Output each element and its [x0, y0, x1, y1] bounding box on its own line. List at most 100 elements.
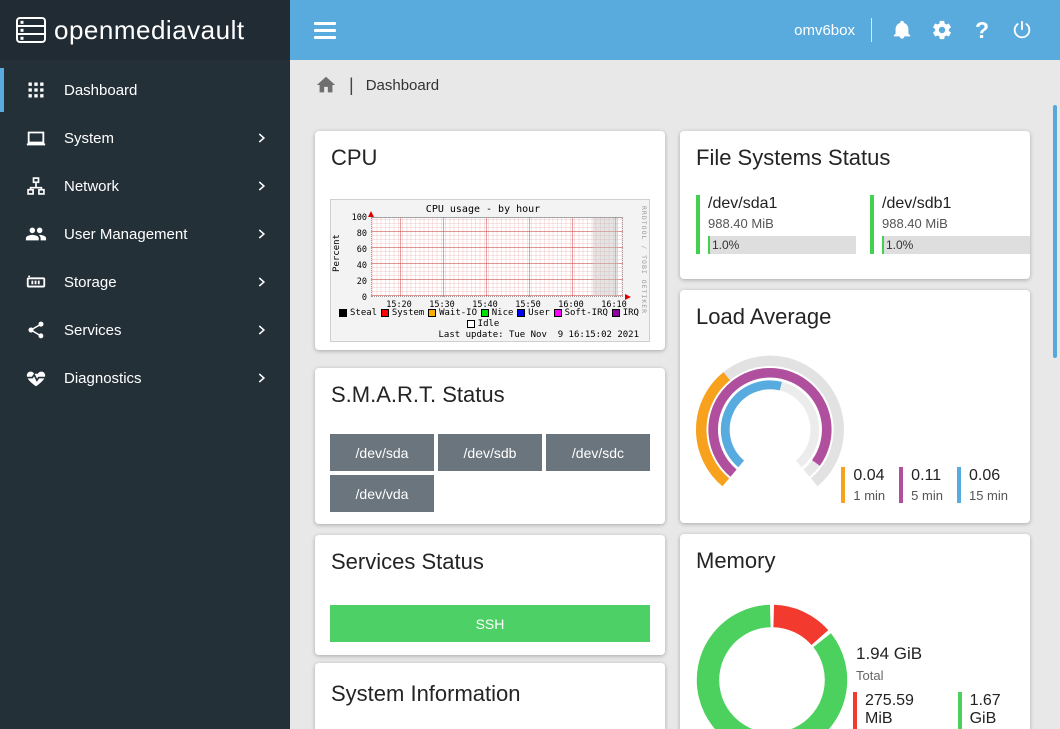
y-tick: 80 — [333, 229, 367, 239]
heart-pulse-icon — [24, 366, 48, 390]
legend-swatch — [428, 309, 436, 317]
logo-text: openmediavault — [54, 15, 245, 46]
legend-swatch — [467, 320, 475, 328]
y-tick: 20 — [333, 277, 367, 287]
card-title: Load Average — [696, 304, 831, 330]
legend-swatch — [381, 309, 389, 317]
legend-swatch — [481, 309, 489, 317]
legend-swatch — [517, 309, 525, 317]
sidebar-item-label: User Management — [64, 226, 187, 243]
topbar-divider — [871, 18, 872, 42]
chevron-right-icon — [254, 371, 268, 385]
breadcrumb-current[interactable]: Dashboard — [366, 77, 439, 94]
home-icon[interactable] — [315, 74, 337, 96]
chevron-right-icon — [254, 131, 268, 145]
cpu-card: CPU CPU usage - by hour RRDTOOL / TOBI O… — [315, 131, 665, 350]
load-entry-5min: 0.11 5 min — [899, 467, 943, 503]
power-icon — [1011, 19, 1033, 41]
load-entry-1min: 0.04 1 min — [841, 467, 885, 503]
filesystem-item: /dev/sda1 988.40 MiB 1.0% — [696, 195, 860, 254]
card-title: Memory — [696, 548, 775, 574]
chevron-right-icon — [254, 323, 268, 337]
cpu-rrd-graph: CPU usage - by hour RRDTOOL / TOBI OETIK… — [330, 199, 650, 342]
vertical-scrollbar[interactable] — [1053, 105, 1057, 358]
y-tick: 0 — [333, 293, 367, 303]
y-axis-arrow — [368, 211, 374, 217]
top-bar: omv6box ? — [290, 0, 1060, 60]
filesystem-device: /dev/sdb1 — [882, 195, 1030, 213]
filesystem-item: /dev/sdb1 988.40 MiB 1.0% — [870, 195, 1030, 254]
notifications-button[interactable] — [882, 10, 922, 50]
filesystem-device: /dev/sda1 — [708, 195, 860, 213]
usage-fill — [708, 236, 710, 254]
usage-progressbar: 1.0% — [882, 236, 1030, 254]
graph-legend-row2: Idle — [331, 319, 635, 329]
usage-percent: 1.0% — [886, 238, 913, 252]
filesystems-card: File Systems Status /dev/sda1 988.40 MiB… — [680, 131, 1030, 279]
hostname-label: omv6box — [794, 22, 855, 39]
graph-last-update: Last update: Tue Nov 9 16:15:02 2021 — [439, 330, 639, 340]
memory-used-entry: 275.59 MiB 14% — [853, 692, 944, 729]
breadcrumb: | Dashboard — [315, 74, 439, 96]
usage-percent: 1.0% — [712, 238, 739, 252]
sidebar-item-label: Diagnostics — [64, 370, 142, 387]
sidebar-item-network[interactable]: Network — [0, 162, 290, 210]
sidebar-item-label: Dashboard — [64, 82, 137, 99]
menu-icon[interactable] — [314, 18, 336, 43]
y-tick: 100 — [333, 213, 367, 223]
legend-swatch — [554, 309, 562, 317]
smart-device-tile: /dev/sdc — [546, 434, 650, 471]
memory-card: Memory 1.94 GiB Total 275.59 MiB 14% 1.6… — [680, 534, 1030, 729]
nas-icon — [24, 270, 48, 294]
load-average-gauge — [690, 348, 850, 508]
graph-unknown-band — [593, 218, 618, 296]
service-tile-ssh: SSH — [330, 605, 650, 642]
legend-swatch — [339, 309, 347, 317]
chevron-right-icon — [254, 179, 268, 193]
usage-progressbar: 1.0% — [708, 236, 856, 254]
apps-grid-icon — [24, 78, 48, 102]
memory-donut-chart — [692, 600, 852, 729]
load-entry-15min: 0.06 15 min — [957, 467, 1008, 503]
settings-button[interactable] — [922, 10, 962, 50]
sidebar-item-services[interactable]: Services — [0, 306, 290, 354]
bell-icon — [891, 19, 913, 41]
card-title: Services Status — [331, 549, 484, 575]
sidebar-item-system[interactable]: System — [0, 114, 290, 162]
memory-legend: 275.59 MiB 14% 1.67 GiB 86% — [853, 692, 1030, 729]
chevron-right-icon — [254, 275, 268, 289]
share-icon — [24, 318, 48, 342]
filesystem-size: 988.40 MiB — [708, 216, 860, 231]
sidebar-item-diagnostics[interactable]: Diagnostics — [0, 354, 290, 402]
smart-device-tile: /dev/sda — [330, 434, 434, 471]
memory-free-entry: 1.67 GiB 86% — [958, 692, 1030, 729]
laptop-icon — [24, 126, 48, 150]
sidebar-item-label: Services — [64, 322, 122, 339]
card-title: File Systems Status — [696, 145, 890, 171]
services-status-card: Services Status SSH — [315, 535, 665, 655]
graph-title: CPU usage - by hour — [331, 204, 635, 215]
smart-device-tile: /dev/vda — [330, 475, 434, 512]
usage-fill — [882, 236, 884, 254]
sidebar-nav: Dashboard System Network User Management… — [0, 60, 290, 729]
lan-icon — [24, 174, 48, 198]
smart-status-card: S.M.A.R.T. Status /dev/sda /dev/sdb /dev… — [315, 368, 665, 524]
sidebar-item-label: Storage — [64, 274, 117, 291]
chevron-right-icon — [254, 227, 268, 241]
help-icon: ? — [975, 17, 989, 44]
sidebar-item-user-management[interactable]: User Management — [0, 210, 290, 258]
rrdtool-watermark: RRDTOOL / TOBI OETIKER — [640, 206, 648, 314]
filesystem-size: 988.40 MiB — [882, 216, 1030, 231]
sidebar-item-label: System — [64, 130, 114, 147]
load-average-card: Load Average 0.04 1 min 0.11 5 min 0.06 … — [680, 290, 1030, 523]
graph-legend-row1: Steal System Wait-IO Nice User Soft-IRQ … — [339, 308, 639, 318]
users-icon — [24, 222, 48, 246]
help-button[interactable]: ? — [962, 10, 1002, 50]
sidebar-item-storage[interactable]: Storage — [0, 258, 290, 306]
power-button[interactable] — [1002, 10, 1042, 50]
graph-plot-area — [371, 217, 623, 297]
sidebar-item-dashboard[interactable]: Dashboard — [0, 66, 290, 114]
app-logo[interactable]: openmediavault — [0, 0, 290, 60]
card-title: CPU — [331, 145, 377, 171]
legend-swatch — [612, 309, 620, 317]
